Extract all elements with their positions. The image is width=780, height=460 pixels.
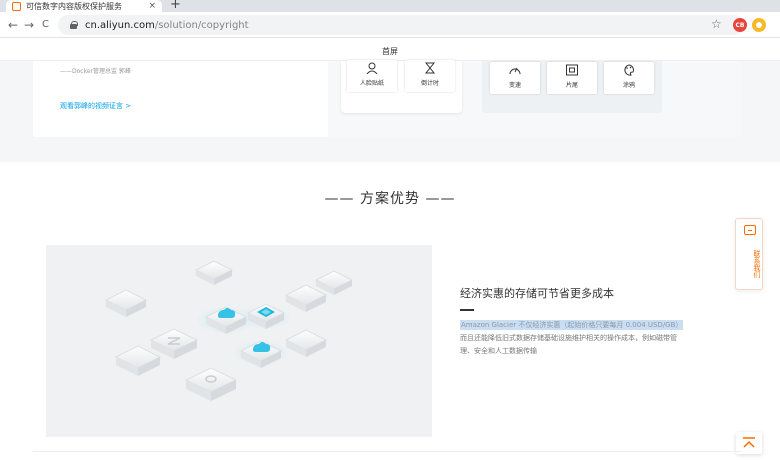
tile: [149, 328, 199, 359]
lock-icon: [70, 21, 78, 29]
arrow-up-icon: [743, 437, 755, 448]
tile: [314, 270, 354, 295]
floating-tiles-illustration: [104, 260, 354, 401]
face-icon: [366, 62, 378, 74]
contact-us-label: 联系我们: [753, 250, 761, 278]
chat-icon: [744, 225, 756, 235]
feature-label: 倒计时: [420, 80, 439, 87]
speedometer-icon: [509, 67, 521, 75]
section-divider: [33, 451, 741, 452]
page: 可信数字内容版权保护服务 × + ← → C cn.aliyun.com/sol…: [0, 0, 780, 460]
tile: [284, 284, 328, 312]
advantage-title: 经济实惠的存储可节省更多成本: [460, 287, 614, 300]
title-underline: [460, 309, 474, 311]
palette-icon: [624, 64, 634, 76]
feature-label: 变速: [508, 82, 521, 89]
film-icon: [566, 64, 578, 76]
bookmark-star-icon[interactable]: ☆: [711, 17, 722, 31]
url-text: cn.aliyun.com/solution/copyright: [85, 20, 249, 31]
url-host: cn.aliyun.com: [85, 19, 155, 31]
feature-doodle[interactable]: 涂鸦: [604, 62, 654, 94]
browser-tab[interactable]: 可信数字内容版权保护服务 ×: [6, 0, 162, 12]
url-path: /solution/copyright: [154, 19, 249, 31]
isometric-illustration: [46, 245, 432, 437]
advantage-desc-line: 理、安全和人工数据传输: [460, 347, 537, 355]
tile: [114, 345, 162, 376]
video-testimonial-link[interactable]: 观看郭峰的视频证言 >: [60, 101, 131, 111]
contact-us-widget[interactable]: 联系我们: [735, 218, 763, 290]
feature-label: 涂鸦: [622, 82, 635, 89]
tab-close-icon[interactable]: ×: [148, 1, 156, 11]
new-tab-button[interactable]: +: [170, 0, 181, 12]
section-title: —— 方案优势 ——: [324, 191, 456, 207]
address-bar[interactable]: cn.aliyun.com/solution/copyright: [58, 15, 744, 35]
quote-author: ——Docker管理总监 郭峰: [60, 68, 131, 75]
forward-icon[interactable]: →: [24, 18, 34, 32]
feature-ending[interactable]: 片尾: [547, 62, 597, 94]
feature-speed[interactable]: 变速: [490, 62, 540, 94]
browser-toolbar: ← → C cn.aliyun.com/solution/copyright ☆…: [0, 12, 780, 38]
feature-label: 片尾: [565, 82, 578, 89]
browser-tab-bar: 可信数字内容版权保护服务 × +: [0, 0, 780, 12]
extension-avatar-icon[interactable]: CB: [733, 18, 747, 32]
feature-countdown[interactable]: 倒计时: [405, 60, 455, 92]
feature-face-sticker[interactable]: 人脸贴纸: [347, 60, 397, 92]
aliyun-favicon-icon: [12, 1, 21, 11]
tile: [284, 329, 328, 357]
extension-icon[interactable]: [752, 18, 766, 32]
selected-text: Amazon Glacier 不仅经济实惠（起始价格只要每月 0.004 USD…: [460, 320, 684, 330]
nav-item-first-screen[interactable]: 首屏: [382, 47, 398, 56]
sticky-nav: 首屏: [0, 39, 780, 61]
tile: [104, 289, 148, 317]
tile: [184, 367, 238, 401]
advantage-desc-line: 而且还能降低旧式数据存储基础设施维护相关的操作成本，例如磁带管: [460, 334, 677, 342]
back-icon[interactable]: ←: [8, 18, 18, 32]
feature-label: 人脸贴纸: [359, 80, 384, 87]
tab-title: 可信数字内容版权保护服务: [26, 1, 122, 11]
hourglass-icon: [424, 62, 436, 74]
reload-icon[interactable]: C: [42, 18, 49, 32]
tile: [194, 260, 234, 285]
